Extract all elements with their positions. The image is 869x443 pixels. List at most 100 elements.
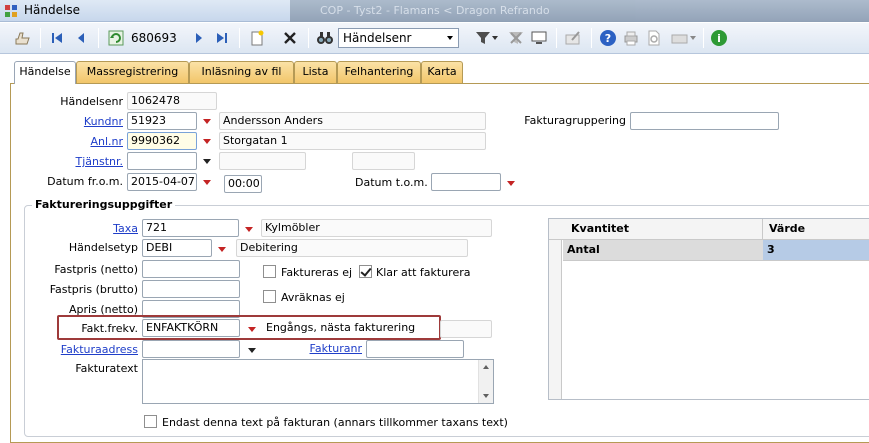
hand-icon xyxy=(15,32,30,45)
fakt-frekv-extra-field[interactable] xyxy=(440,320,492,338)
fakturaadress-field[interactable] xyxy=(142,340,240,358)
fakt-frekv-dropdown-button[interactable] xyxy=(244,320,260,338)
tab-massregistrering[interactable]: Massregistrering xyxy=(76,61,189,83)
tab-handelse[interactable]: Händelse xyxy=(14,61,76,84)
tab-felhantering[interactable]: Felhantering xyxy=(337,61,421,83)
fastpris-brutto-field[interactable] xyxy=(142,280,240,298)
datum-from-field[interactable]: 2015-04-07 xyxy=(127,173,197,191)
previous-record-button[interactable] xyxy=(72,27,90,49)
tjanstnr-field[interactable] xyxy=(127,152,197,170)
first-icon xyxy=(52,33,62,43)
help-button[interactable]: ? xyxy=(597,27,619,49)
filter-icon xyxy=(476,32,498,44)
kundnr-field[interactable]: 51923 xyxy=(127,112,197,130)
adress-field[interactable]: Storgatan 1 xyxy=(219,132,486,150)
tjanstnr-dropdown-button[interactable] xyxy=(199,152,215,170)
klar-att-fakturera-checkbox[interactable] xyxy=(359,265,372,278)
kundnr-dropdown-button[interactable] xyxy=(199,112,215,130)
grid-row-header xyxy=(549,219,562,399)
handelsenr-field[interactable]: 1062478 xyxy=(127,92,217,110)
kundnr-link[interactable]: Kundnr xyxy=(50,115,123,128)
taxa-field[interactable]: 721 xyxy=(142,219,239,237)
toolbar-separator xyxy=(40,28,41,48)
fakt-frekv-label: Fakt.frekv. xyxy=(81,322,138,335)
fakturaadress-link[interactable]: Fakturaadress xyxy=(60,343,138,356)
search-button[interactable] xyxy=(314,27,336,49)
clear-filter-icon xyxy=(509,32,523,44)
tjanstnr-link[interactable]: Tjänstnr. xyxy=(50,155,123,168)
datum-from-label: Datum fr.o.m. xyxy=(47,175,123,188)
taxa-text-field[interactable]: Kylmöbler xyxy=(261,219,492,237)
fastpris-netto-field[interactable] xyxy=(142,260,240,278)
filter-button[interactable] xyxy=(472,27,502,49)
printer-icon xyxy=(624,31,638,46)
faktureras-ej-checkbox[interactable] xyxy=(263,265,276,278)
delete-button[interactable] xyxy=(279,27,301,49)
handelsenr-label: Händelsenr xyxy=(60,95,123,108)
record-number: 680693 xyxy=(131,31,177,45)
info-button[interactable]: i xyxy=(708,27,730,49)
grid-column-varde[interactable]: Värde xyxy=(765,219,805,239)
grid-cell-varde-selected[interactable]: 3 xyxy=(763,240,869,260)
table-row[interactable]: Antal 3 xyxy=(563,240,869,261)
tid-field[interactable]: 00:00 xyxy=(224,175,262,193)
print-button[interactable] xyxy=(620,27,642,49)
fakturatext-label: Fakturatext xyxy=(75,362,138,375)
handelsetyp-field[interactable]: DEBI xyxy=(142,239,212,257)
svg-text:?: ? xyxy=(605,32,611,45)
last-record-button[interactable] xyxy=(213,27,231,49)
new-record-button[interactable] xyxy=(246,27,268,49)
handelsetyp-text-field[interactable]: Debitering xyxy=(236,239,468,257)
monitor-icon xyxy=(531,31,547,44)
search-field-value: Händelsenr xyxy=(343,31,412,45)
print-preview-icon xyxy=(648,30,660,46)
datum-from-dropdown-button[interactable] xyxy=(199,173,215,191)
tjanst-text-field[interactable] xyxy=(219,152,306,170)
background-window-titlebar: COP - Tyst2 - Flamans < Dragon Refrando xyxy=(290,0,869,22)
datum-tom-dropdown-button[interactable] xyxy=(503,174,519,192)
kvantitet-grid: Kvantitet Värde Antal 3 xyxy=(548,218,869,400)
edit-icon xyxy=(565,31,580,45)
toolbar-separator xyxy=(239,28,240,48)
new-document-icon xyxy=(251,30,264,46)
tjanst-extra-field[interactable] xyxy=(352,152,415,170)
toolbar-separator xyxy=(556,28,557,48)
kundnamn-field[interactable]: Andersson Anders xyxy=(219,112,486,130)
tools-button[interactable] xyxy=(668,27,702,49)
toolbar-separator xyxy=(98,28,99,48)
toolbar-separator xyxy=(308,28,309,48)
tools-icon xyxy=(671,34,696,44)
fakturanr-field[interactable] xyxy=(366,340,464,358)
fakturagruppering-field[interactable] xyxy=(630,112,779,130)
endast-denna-text-checkbox[interactable] xyxy=(144,415,157,428)
datum-tom-field[interactable] xyxy=(431,173,501,191)
fakturanr-link[interactable]: Fakturanr xyxy=(300,342,362,355)
grid-column-kvantitet[interactable]: Kvantitet xyxy=(567,219,629,239)
back-hand-button[interactable] xyxy=(10,27,34,49)
handelsetyp-dropdown-button[interactable] xyxy=(214,240,230,258)
fakturaadress-dropdown-button[interactable] xyxy=(244,341,260,359)
taxa-dropdown-button[interactable] xyxy=(241,220,257,238)
refresh-button[interactable] xyxy=(105,27,127,49)
fakturatext-scrollbar[interactable] xyxy=(478,360,493,403)
edit-button[interactable] xyxy=(562,27,584,49)
print-preview-button[interactable] xyxy=(643,27,665,49)
tab-lista[interactable]: Lista xyxy=(294,61,337,83)
search-field-select[interactable]: Händelsenr xyxy=(338,28,459,48)
first-record-button[interactable] xyxy=(48,27,66,49)
fastpris-brutto-label: Fastpris (brutto) xyxy=(49,283,138,296)
anlnr-dropdown-button[interactable] xyxy=(199,132,215,150)
taxa-link[interactable]: Taxa xyxy=(60,222,138,235)
tab-inlasning-av-fil[interactable]: Inläsning av fil xyxy=(189,61,294,83)
tab-karta[interactable]: Karta xyxy=(421,61,463,83)
clear-filter-button[interactable] xyxy=(505,27,527,49)
screen-button[interactable] xyxy=(528,27,550,49)
next-record-button[interactable] xyxy=(190,27,208,49)
avraknas-ej-checkbox[interactable] xyxy=(263,290,276,303)
anlnr-link[interactable]: Anl.nr xyxy=(50,135,123,148)
avraknas-ej-label: Avräknas ej xyxy=(281,291,345,304)
fakturatext-textarea[interactable] xyxy=(142,359,494,404)
help-icon: ? xyxy=(600,30,616,46)
anlnr-field[interactable]: 9990362 xyxy=(127,132,197,150)
fakt-frekv-field[interactable]: ENFAKTKÖRN xyxy=(142,319,240,337)
